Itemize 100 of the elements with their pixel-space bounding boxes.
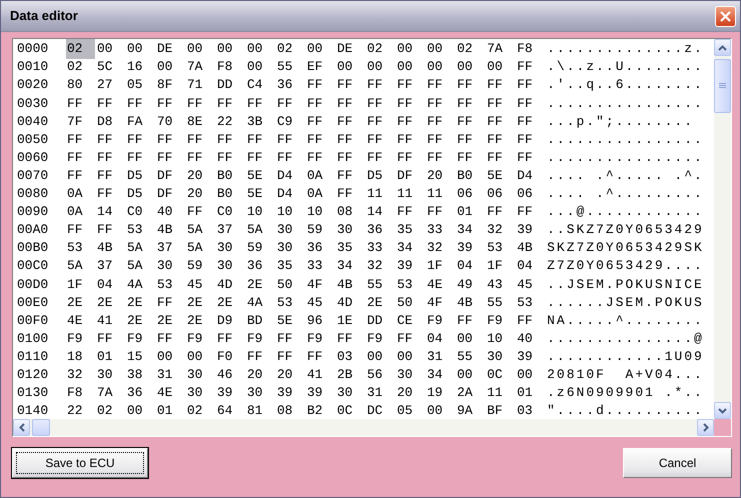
hex-byte[interactable]: 0C [336, 401, 365, 419]
hex-byte[interactable]: 01 [96, 346, 125, 366]
hex-byte[interactable]: FF [156, 328, 185, 348]
hex-byte[interactable]: 59 [186, 256, 215, 276]
hex-byte[interactable]: FF [396, 328, 425, 348]
hex-byte[interactable]: 1F [486, 256, 515, 276]
hex-byte[interactable]: 00 [456, 328, 485, 348]
hex-byte[interactable]: 3B [246, 112, 275, 132]
hex-byte[interactable]: FF [186, 130, 215, 150]
hex-byte[interactable]: 4D [216, 274, 245, 294]
hex-byte[interactable]: FF [516, 310, 545, 330]
hex-byte[interactable]: 00 [246, 39, 275, 59]
hex-byte[interactable]: B0 [216, 166, 245, 186]
hex-byte[interactable]: 31 [366, 383, 395, 403]
hex-byte[interactable]: 34 [396, 238, 425, 258]
hex-byte[interactable]: FF [126, 148, 155, 168]
hex-byte[interactable]: FF [216, 94, 245, 114]
hex-byte[interactable]: 30 [336, 383, 365, 403]
hex-byte[interactable]: 38 [126, 364, 155, 384]
hex-byte[interactable]: 04 [516, 256, 545, 276]
hex-byte[interactable]: 00 [456, 364, 485, 384]
hex-byte[interactable]: FF [366, 130, 395, 150]
hex-byte[interactable]: 37 [96, 256, 125, 276]
hex-byte[interactable]: FF [456, 112, 485, 132]
hex-byte[interactable]: FF [276, 94, 305, 114]
hex-byte[interactable]: 36 [306, 238, 335, 258]
hex-byte[interactable]: D5 [126, 166, 155, 186]
hex-byte[interactable]: D9 [216, 310, 245, 330]
hex-byte[interactable]: 32 [486, 220, 515, 240]
hex-byte[interactable]: 55 [366, 274, 395, 294]
hex-byte[interactable]: 00 [306, 39, 335, 59]
hex-byte[interactable]: D5 [366, 166, 395, 186]
hex-byte[interactable]: 5A [186, 238, 215, 258]
hex-byte[interactable]: FF [336, 148, 365, 168]
hex-byte[interactable]: FF [126, 130, 155, 150]
hex-byte[interactable]: C0 [216, 202, 245, 222]
hex-byte[interactable]: 16 [126, 57, 155, 77]
hex-byte[interactable]: 30 [336, 220, 365, 240]
hex-byte[interactable]: FF [426, 130, 455, 150]
hex-byte[interactable]: 39 [516, 346, 545, 366]
hex-byte[interactable]: FF [396, 112, 425, 132]
hex-byte[interactable]: 06 [516, 184, 545, 204]
hex-byte[interactable]: F9 [186, 328, 215, 348]
hex-byte[interactable]: 06 [486, 184, 515, 204]
hex-byte[interactable]: FF [336, 112, 365, 132]
hex-byte[interactable]: 4B [456, 292, 485, 312]
hex-byte[interactable]: 22 [216, 112, 245, 132]
hex-byte[interactable]: FF [96, 148, 125, 168]
hex-byte[interactable]: FF [516, 57, 545, 77]
hex-byte[interactable]: EF [306, 57, 335, 77]
hex-byte[interactable]: 50 [396, 292, 425, 312]
hex-byte[interactable]: 32 [66, 364, 95, 384]
hex-byte[interactable]: 0A [66, 184, 95, 204]
hex-byte[interactable]: 08 [276, 401, 305, 419]
hex-byte[interactable]: C4 [246, 75, 275, 95]
hex-byte[interactable]: 30 [186, 364, 215, 384]
hex-byte[interactable]: 0A [306, 166, 335, 186]
hex-byte[interactable]: 11 [366, 184, 395, 204]
hex-byte[interactable]: 30 [276, 238, 305, 258]
hex-byte[interactable]: 2E [126, 292, 155, 312]
hex-byte[interactable]: 1E [336, 310, 365, 330]
hex-byte[interactable]: 00 [486, 57, 515, 77]
hex-byte[interactable]: FF [486, 94, 515, 114]
hex-byte[interactable]: FF [336, 328, 365, 348]
hex-byte[interactable]: BF [486, 401, 515, 419]
hex-byte[interactable]: FF [96, 166, 125, 186]
hex-byte[interactable]: 2B [336, 364, 365, 384]
hex-byte[interactable]: 0C [486, 364, 515, 384]
hex-byte[interactable]: 01 [516, 383, 545, 403]
hex-byte[interactable]: 10 [246, 202, 275, 222]
hex-byte[interactable]: FF [396, 148, 425, 168]
hex-byte[interactable]: 5A [126, 238, 155, 258]
hex-byte[interactable]: 4D [336, 292, 365, 312]
hex-byte[interactable]: 02 [66, 57, 95, 77]
hex-byte[interactable]: FF [96, 328, 125, 348]
hex-byte[interactable]: F8 [66, 383, 95, 403]
hex-byte[interactable]: FF [426, 148, 455, 168]
hex-byte[interactable]: F9 [426, 310, 455, 330]
hex-byte[interactable]: FF [486, 75, 515, 95]
hex-byte[interactable]: 7A [486, 39, 515, 59]
hex-byte[interactable]: 00 [336, 57, 365, 77]
hex-byte[interactable]: FF [96, 94, 125, 114]
hex-byte[interactable]: 00 [156, 57, 185, 77]
hex-byte[interactable]: 02 [96, 401, 125, 419]
hex-byte[interactable]: FF [366, 94, 395, 114]
hex-byte[interactable]: 30 [156, 256, 185, 276]
hex-byte[interactable]: 39 [306, 383, 335, 403]
hex-byte[interactable]: 4E [156, 383, 185, 403]
hex-byte[interactable]: 03 [516, 401, 545, 419]
hex-byte[interactable]: C9 [276, 112, 305, 132]
hex-byte[interactable]: 36 [366, 220, 395, 240]
hex-byte[interactable]: FF [516, 148, 545, 168]
hex-byte[interactable]: 7F [66, 112, 95, 132]
hex-byte[interactable]: 5E [246, 184, 275, 204]
hex-byte[interactable]: 80 [66, 75, 95, 95]
hex-byte[interactable]: DF [396, 166, 425, 186]
scroll-left-button[interactable] [13, 419, 30, 436]
hex-byte[interactable]: 32 [366, 256, 395, 276]
hex-byte[interactable]: FF [306, 130, 335, 150]
hex-byte[interactable]: FA [126, 112, 155, 132]
